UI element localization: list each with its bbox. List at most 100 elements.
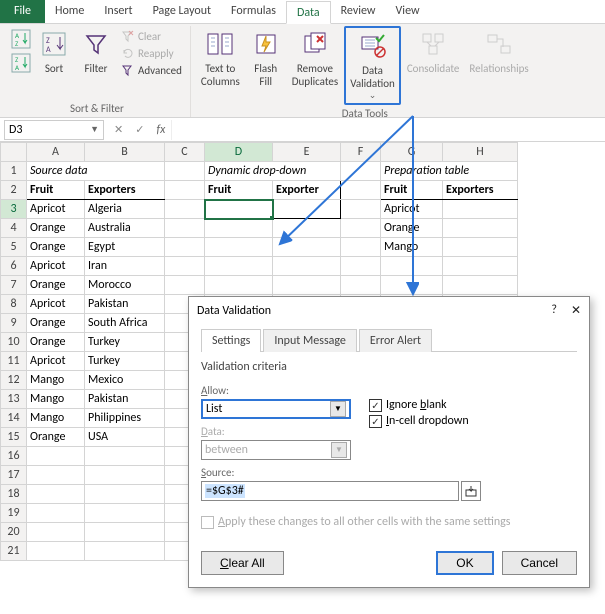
cell-A4[interactable]: Orange bbox=[27, 219, 85, 238]
cell-F3[interactable] bbox=[341, 200, 381, 219]
cell-A16[interactable] bbox=[27, 447, 85, 466]
row-header-19[interactable]: 19 bbox=[1, 504, 27, 523]
cell-A1[interactable]: Source data bbox=[27, 162, 165, 181]
cell-G3[interactable]: Apricot bbox=[381, 200, 443, 219]
col-header-F[interactable]: F bbox=[341, 143, 381, 162]
tab-file[interactable]: File bbox=[0, 0, 45, 23]
cell-D1[interactable]: Dynamic drop-down bbox=[205, 162, 341, 181]
consolidate-button[interactable]: Consolidate bbox=[403, 26, 464, 77]
row-header-10[interactable]: 10 bbox=[1, 333, 27, 352]
cell-A12[interactable]: Mango bbox=[27, 371, 85, 390]
row-header-2[interactable]: 2 bbox=[1, 181, 27, 200]
dialog-tab-settings[interactable]: Settings bbox=[201, 329, 261, 352]
cell-H6[interactable] bbox=[443, 257, 518, 276]
cell-G6[interactable] bbox=[381, 257, 443, 276]
tab-view[interactable]: View bbox=[386, 0, 430, 23]
cell-B20[interactable] bbox=[85, 523, 165, 542]
cell-B9[interactable]: South Africa bbox=[85, 314, 165, 333]
row-header-21[interactable]: 21 bbox=[1, 542, 27, 561]
cell-E5[interactable] bbox=[273, 238, 341, 257]
cell-F4[interactable] bbox=[341, 219, 381, 238]
cell-C5[interactable] bbox=[165, 238, 205, 257]
row-header-8[interactable]: 8 bbox=[1, 295, 27, 314]
cell-F7[interactable] bbox=[341, 276, 381, 295]
cell-D5[interactable] bbox=[205, 238, 273, 257]
cell-E2[interactable]: Exporter bbox=[273, 181, 341, 200]
col-header-D[interactable]: D bbox=[205, 143, 273, 162]
cell-B19[interactable] bbox=[85, 504, 165, 523]
text-to-columns-button[interactable]: Text to Columns bbox=[197, 26, 244, 90]
cell-G7[interactable] bbox=[381, 276, 443, 295]
cell-C4[interactable] bbox=[165, 219, 205, 238]
ignore-blank-checkbox[interactable]: ✓Ignore blank bbox=[369, 398, 469, 412]
cell-B18[interactable] bbox=[85, 485, 165, 504]
cell-B6[interactable]: Iran bbox=[85, 257, 165, 276]
flash-fill-button[interactable]: Flash Fill bbox=[246, 26, 286, 90]
fx-icon[interactable]: fx bbox=[150, 123, 171, 137]
cell-A13[interactable]: Mango bbox=[27, 390, 85, 409]
col-header-H[interactable]: H bbox=[443, 143, 518, 162]
cell-E3[interactable] bbox=[273, 200, 341, 219]
cell-C6[interactable] bbox=[165, 257, 205, 276]
cell-C7[interactable] bbox=[165, 276, 205, 295]
tab-page-layout[interactable]: Page Layout bbox=[143, 0, 221, 23]
cell-B5[interactable]: Egypt bbox=[85, 238, 165, 257]
cell-A6[interactable]: Apricot bbox=[27, 257, 85, 276]
col-header-E[interactable]: E bbox=[273, 143, 341, 162]
cell-D4[interactable] bbox=[205, 219, 273, 238]
in-cell-dropdown-checkbox[interactable]: ✓In-cell dropdown bbox=[369, 414, 469, 428]
row-header-6[interactable]: 6 bbox=[1, 257, 27, 276]
cell-E6[interactable] bbox=[273, 257, 341, 276]
dialog-tab-error-alert[interactable]: Error Alert bbox=[359, 329, 432, 352]
row-header-1[interactable]: 1 bbox=[1, 162, 27, 181]
sort-button[interactable]: ZA Sort bbox=[34, 26, 74, 77]
cell-B8[interactable]: Pakistan bbox=[85, 295, 165, 314]
sort-desc-icon[interactable]: ZA bbox=[10, 52, 32, 74]
cell-A15[interactable]: Orange bbox=[27, 428, 85, 447]
formula-bar[interactable] bbox=[171, 120, 605, 140]
row-header-11[interactable]: 11 bbox=[1, 352, 27, 371]
cell-A2[interactable]: Fruit bbox=[27, 181, 85, 200]
cell-D7[interactable] bbox=[205, 276, 273, 295]
cell-H7[interactable] bbox=[443, 276, 518, 295]
cell-A17[interactable] bbox=[27, 466, 85, 485]
cell-D3[interactable] bbox=[205, 200, 273, 219]
cell-A8[interactable]: Apricot bbox=[27, 295, 85, 314]
cell-A7[interactable]: Orange bbox=[27, 276, 85, 295]
cell-H5[interactable] bbox=[443, 238, 518, 257]
row-header-13[interactable]: 13 bbox=[1, 390, 27, 409]
tab-formulas[interactable]: Formulas bbox=[221, 0, 286, 23]
row-header-16[interactable]: 16 bbox=[1, 447, 27, 466]
cell-A19[interactable] bbox=[27, 504, 85, 523]
cell-A10[interactable]: Orange bbox=[27, 333, 85, 352]
cell-A14[interactable]: Mango bbox=[27, 409, 85, 428]
row-header-20[interactable]: 20 bbox=[1, 523, 27, 542]
cell-C3[interactable] bbox=[165, 200, 205, 219]
row-header-9[interactable]: 9 bbox=[1, 314, 27, 333]
col-header-A[interactable]: A bbox=[27, 143, 85, 162]
allow-combo[interactable]: List ▼ bbox=[201, 399, 351, 419]
cell-E4[interactable] bbox=[273, 219, 341, 238]
cell-A11[interactable]: Apricot bbox=[27, 352, 85, 371]
row-header-5[interactable]: 5 bbox=[1, 238, 27, 257]
cell-D2[interactable]: Fruit bbox=[205, 181, 273, 200]
cell-B16[interactable] bbox=[85, 447, 165, 466]
row-header-12[interactable]: 12 bbox=[1, 371, 27, 390]
row-header-4[interactable]: 4 bbox=[1, 219, 27, 238]
data-validation-button[interactable]: Data Validation ⌄ bbox=[344, 26, 401, 105]
source-input[interactable]: =$G$3# bbox=[201, 481, 459, 501]
tab-insert[interactable]: Insert bbox=[94, 0, 142, 23]
cell-F2[interactable] bbox=[341, 181, 381, 200]
clear-button[interactable]: Clear bbox=[118, 28, 184, 44]
help-button[interactable]: ? bbox=[551, 303, 557, 318]
col-header-C[interactable]: C bbox=[165, 143, 205, 162]
cell-F1[interactable] bbox=[341, 162, 381, 181]
name-box[interactable]: D3 ▼ bbox=[4, 120, 104, 140]
cell-B15[interactable]: USA bbox=[85, 428, 165, 447]
cell-A3[interactable]: Apricot bbox=[27, 200, 85, 219]
row-header-3[interactable]: 3 bbox=[1, 200, 27, 219]
cell-B17[interactable] bbox=[85, 466, 165, 485]
row-header-7[interactable]: 7 bbox=[1, 276, 27, 295]
cell-B12[interactable]: Mexico bbox=[85, 371, 165, 390]
row-header-14[interactable]: 14 bbox=[1, 409, 27, 428]
